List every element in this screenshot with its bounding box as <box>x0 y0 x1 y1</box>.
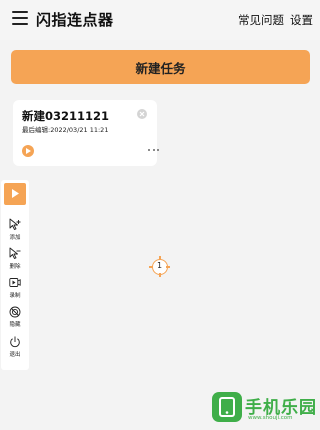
delete-label: 删除 <box>9 264 21 270</box>
cursor-plus-icon <box>9 218 21 230</box>
power-icon <box>10 336 20 348</box>
task-last-edit: 最后编辑:2022/03/21 11:21 <box>22 126 109 134</box>
hamburger-menu-icon[interactable] <box>12 11 28 25</box>
add-label: 添加 <box>9 235 21 241</box>
settings-link[interactable]: 设置 <box>290 12 313 28</box>
video-record-icon <box>9 278 21 287</box>
watermark-logo-icon <box>212 392 242 422</box>
watermark-url: www.shouji.com <box>248 415 293 421</box>
delete-point-button[interactable]: 删除 <box>1 246 29 272</box>
hide-label: 隐藏 <box>9 322 21 328</box>
click-point-number: 1 <box>157 261 163 270</box>
start-button[interactable] <box>4 183 26 205</box>
click-point-marker[interactable]: 1 <box>149 256 171 278</box>
floating-toolbar: 添加 删除 录制 隐藏 退出 <box>1 180 29 370</box>
close-icon[interactable] <box>137 109 147 119</box>
new-task-button[interactable]: 新建任务 <box>11 50 310 84</box>
watermark: 手机乐园 www.shouji.com <box>212 392 316 426</box>
task-card[interactable]: 新建03211121 最后编辑:2022/03/21 11:21 <box>13 100 160 166</box>
more-options-icon[interactable] <box>148 149 160 153</box>
add-point-button[interactable]: 添加 <box>1 217 29 243</box>
exit-button[interactable]: 退出 <box>1 334 29 360</box>
app-title: 闪指连点器 <box>36 11 114 29</box>
record-label: 录制 <box>9 293 21 299</box>
hide-icon <box>9 306 21 318</box>
hide-button[interactable]: 隐藏 <box>1 304 29 330</box>
app-header: 闪指连点器 常见问题 设置 <box>0 0 320 40</box>
exit-label: 退出 <box>9 352 21 358</box>
cursor-minus-icon <box>9 247 21 259</box>
record-button[interactable]: 录制 <box>1 275 29 301</box>
task-name: 新建03211121 <box>22 109 110 123</box>
faq-link[interactable]: 常见问题 <box>238 12 284 28</box>
play-icon[interactable] <box>22 145 34 157</box>
